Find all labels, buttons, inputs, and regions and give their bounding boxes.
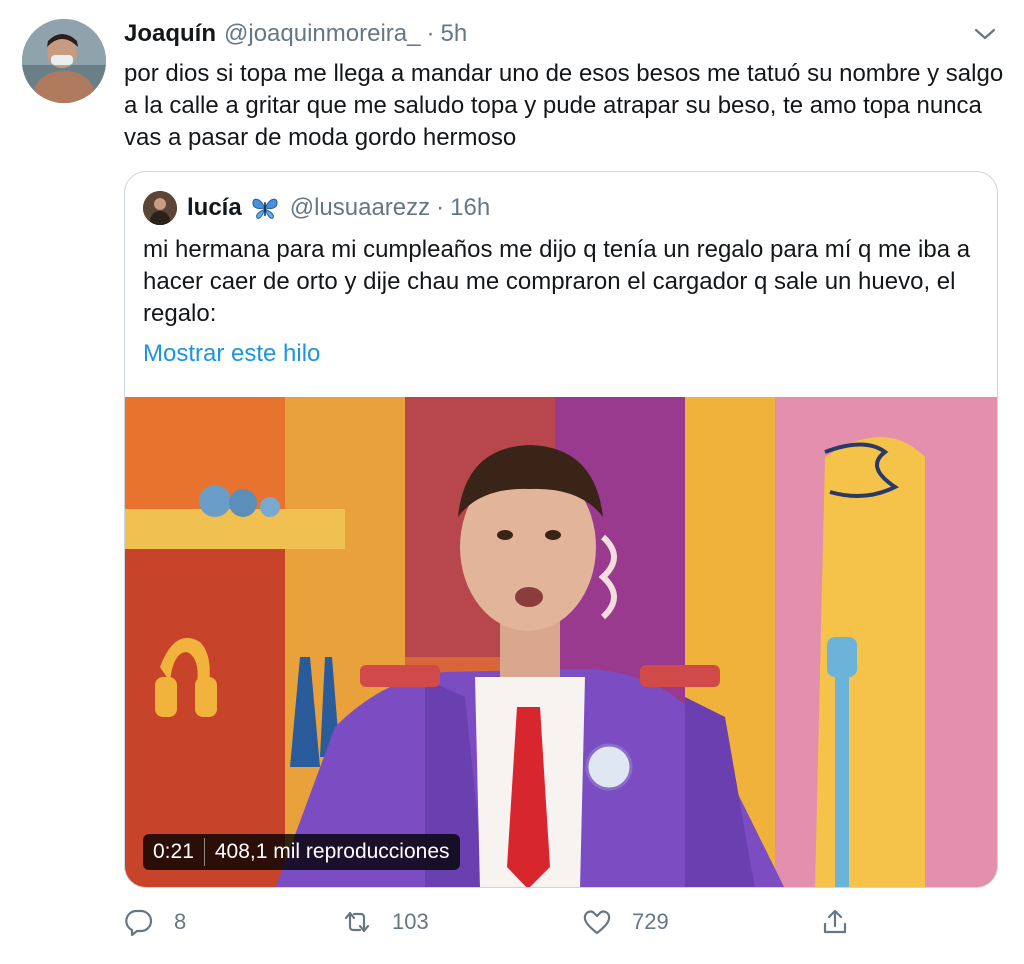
tweet-timestamp[interactable]: 5h [440, 20, 467, 48]
tweet-menu-button[interactable] [972, 24, 998, 44]
video-duration: 0:21 [153, 840, 194, 863]
like-button[interactable]: 729 [582, 900, 669, 944]
author-handle[interactable]: @joaquinmoreira_ [224, 20, 420, 48]
quoted-tweet[interactable]: lucía @lusuaarezz · 16h mi hermana para … [124, 171, 998, 888]
show-thread-link[interactable]: Mostrar este hilo [143, 338, 320, 370]
separator-dot: · [436, 194, 445, 221]
reply-count: 8 [174, 909, 187, 934]
tweet-text: por dios si topa me llega a mandar uno d… [124, 60, 1004, 151]
video-player[interactable]: 0:21 408,1 mil reproducciones [125, 397, 997, 887]
retweet-button[interactable]: 103 [342, 900, 429, 944]
quoted-tweet-timestamp: 16h [450, 194, 491, 221]
quoted-author-name: lucía [187, 194, 242, 221]
chevron-down-icon [974, 28, 996, 40]
user-avatar [143, 191, 177, 225]
quoted-tweet-header: lucía @lusuaarezz · 16h [143, 190, 490, 226]
butterfly-icon [252, 198, 278, 219]
heart-icon [583, 910, 611, 935]
share-icon [823, 909, 847, 934]
video-info-badge: 0:21 408,1 mil reproducciones [143, 834, 460, 870]
reply-icon [125, 909, 153, 937]
video-view-count: 408,1 mil reproducciones [214, 840, 450, 863]
separator-dot: · [426, 20, 435, 47]
tweet-actions: 8 103 729 [124, 900, 1004, 944]
quoted-author-avatar [143, 191, 177, 225]
retweet-icon [344, 911, 370, 933]
like-count: 729 [632, 909, 669, 934]
tweet-header: Joaquín @joaquinmoreira_ · 5h [124, 20, 467, 54]
share-button[interactable] [820, 900, 850, 944]
video-thumbnail [125, 397, 997, 887]
reply-button[interactable]: 8 [124, 900, 186, 944]
quoted-tweet-text: mi hermana para mi cumpleaños me dijo q … [143, 236, 971, 327]
user-avatar [22, 19, 106, 103]
quoted-author-handle: @lusuaarezz [289, 194, 431, 221]
author-avatar[interactable] [22, 19, 106, 103]
author-name[interactable]: Joaquín [124, 20, 216, 48]
tweet[interactable]: Joaquín @joaquinmoreira_ · 5h por dios s… [0, 0, 1024, 964]
retweet-count: 103 [392, 909, 429, 934]
